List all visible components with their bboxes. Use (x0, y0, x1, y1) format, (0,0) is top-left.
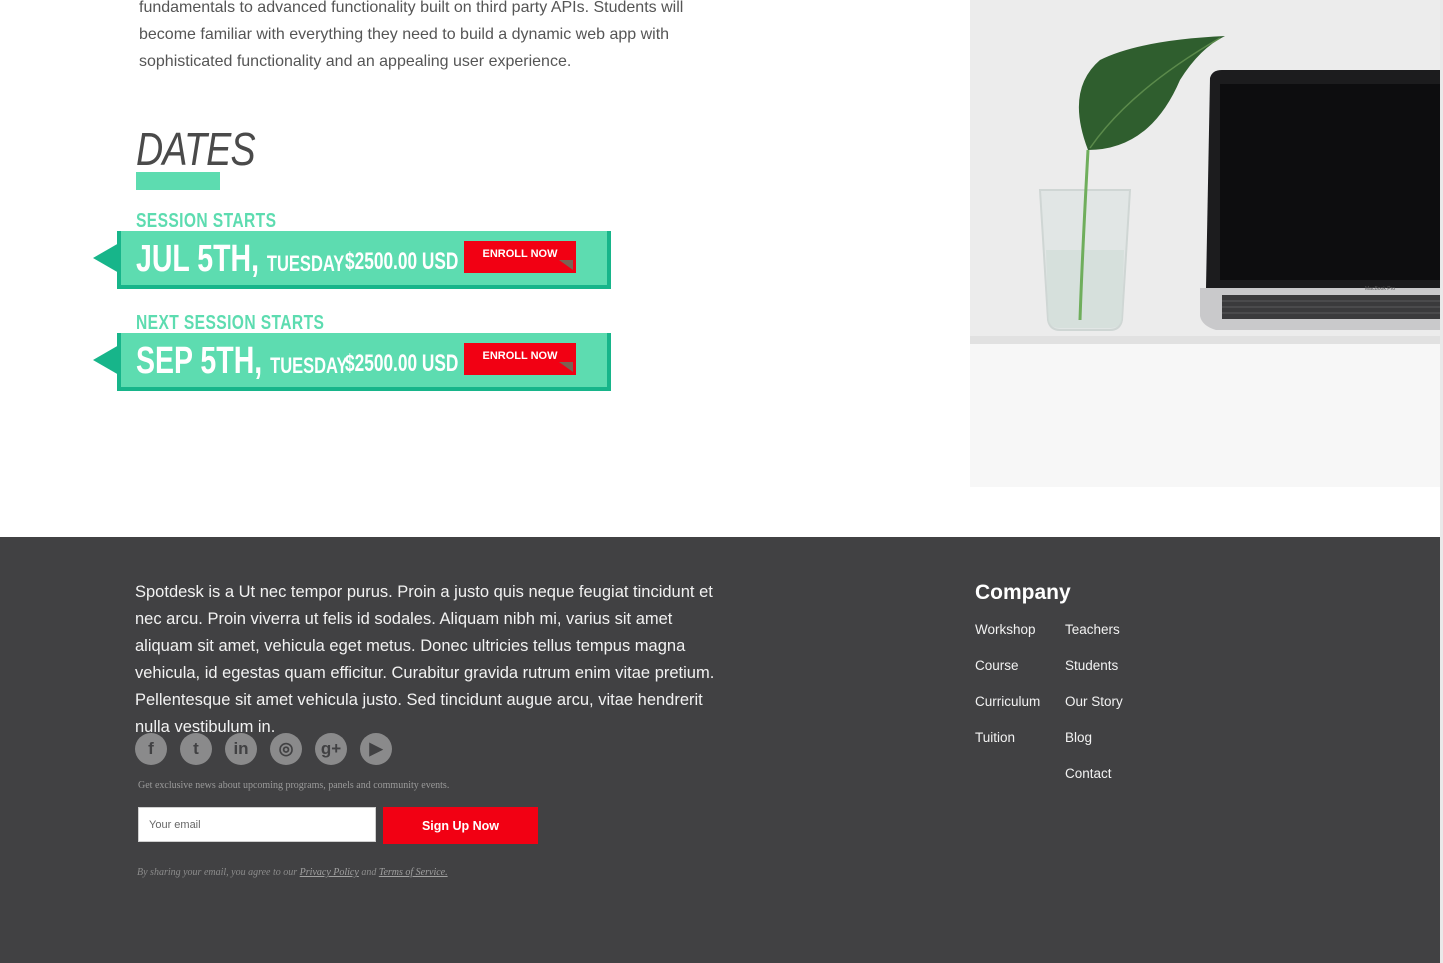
course-description: fundamentals to advanced functionality b… (139, 0, 684, 70)
company-links-col-1: Workshop Course Curriculum Tuition (975, 621, 1040, 747)
session-label: SESSION STARTS (136, 210, 277, 232)
site-footer: Spotdesk is a Ut nec tempor purus. Proin… (0, 537, 1440, 963)
company-heading: Company (975, 581, 1071, 604)
sign-up-button[interactable]: Sign Up Now (383, 807, 538, 844)
linkedin-icon[interactable]: in (225, 733, 257, 765)
company-links-col-2: Teachers Students Our Story Blog Contact (1065, 621, 1123, 783)
social-links: f t in ◎ g+ ▶ (135, 733, 392, 765)
legal-and: and (361, 867, 377, 878)
footer-link-our-story[interactable]: Our Story (1065, 693, 1123, 711)
privacy-policy-link[interactable]: Privacy Policy (300, 867, 359, 878)
email-field[interactable] (138, 807, 376, 842)
terms-of-service-link[interactable]: Terms of Service. (379, 867, 448, 878)
plant-laptop-illustration: MacBook Pro (970, 0, 1440, 487)
about-text: Spotdesk is a Ut nec tempor purus. Proin… (135, 583, 715, 736)
banner-tail (93, 345, 119, 375)
newsletter-note: Get exclusive news about upcoming progra… (138, 780, 450, 791)
session-price: $2500.00 USD (345, 350, 459, 377)
corner-fold-icon (559, 362, 573, 372)
hero-photo: MacBook Pro (970, 0, 1440, 487)
session-date-text: SEP 5TH, (136, 340, 263, 382)
enroll-now-button[interactable]: ENROLL NOW (464, 241, 576, 273)
session-banner: JUL 5TH, TUESDAY $2500.00 USD ENROLL NOW (93, 231, 611, 289)
footer-link-workshop[interactable]: Workshop (975, 621, 1040, 639)
corner-fold-icon (559, 260, 573, 270)
dates-heading: DATES (136, 123, 256, 175)
next-session-label: NEXT SESSION STARTS (136, 312, 325, 334)
footer-link-contact[interactable]: Contact (1065, 765, 1123, 783)
legal-text: By sharing your email, you agree to our … (137, 867, 448, 878)
facebook-icon[interactable]: f (135, 733, 167, 765)
session-date: JUL 5TH, TUESDAY (136, 239, 344, 284)
banner-tail (93, 243, 119, 273)
session-day: TUESDAY (270, 353, 348, 378)
footer-link-students[interactable]: Students (1065, 657, 1123, 675)
legal-prefix: By sharing your email, you agree to our (137, 867, 298, 878)
enroll-label: ENROLL NOW (482, 350, 558, 362)
footer-link-blog[interactable]: Blog (1065, 729, 1123, 747)
session-day: TUESDAY (266, 251, 345, 276)
session-banner: SEP 5TH, TUESDAY $2500.00 USD ENROLL NOW (93, 333, 611, 391)
footer-link-tuition[interactable]: Tuition (975, 729, 1040, 747)
session-date-text: JUL 5TH, (136, 238, 260, 280)
dates-underline (136, 172, 220, 190)
enroll-label: ENROLL NOW (482, 248, 558, 260)
footer-link-course[interactable]: Course (975, 657, 1040, 675)
footer-link-curriculum[interactable]: Curriculum (975, 693, 1040, 711)
youtube-icon[interactable]: ▶ (360, 733, 392, 765)
laptop-brand-text: MacBook Pro (1365, 286, 1395, 292)
instagram-icon[interactable]: ◎ (270, 733, 302, 765)
google-plus-icon[interactable]: g+ (315, 733, 347, 765)
session-price: $2500.00 USD (345, 248, 459, 275)
footer-link-teachers[interactable]: Teachers (1065, 621, 1123, 639)
enroll-now-button[interactable]: ENROLL NOW (464, 343, 576, 375)
session-date: SEP 5TH, TUESDAY (136, 341, 347, 386)
twitter-icon[interactable]: t (180, 733, 212, 765)
